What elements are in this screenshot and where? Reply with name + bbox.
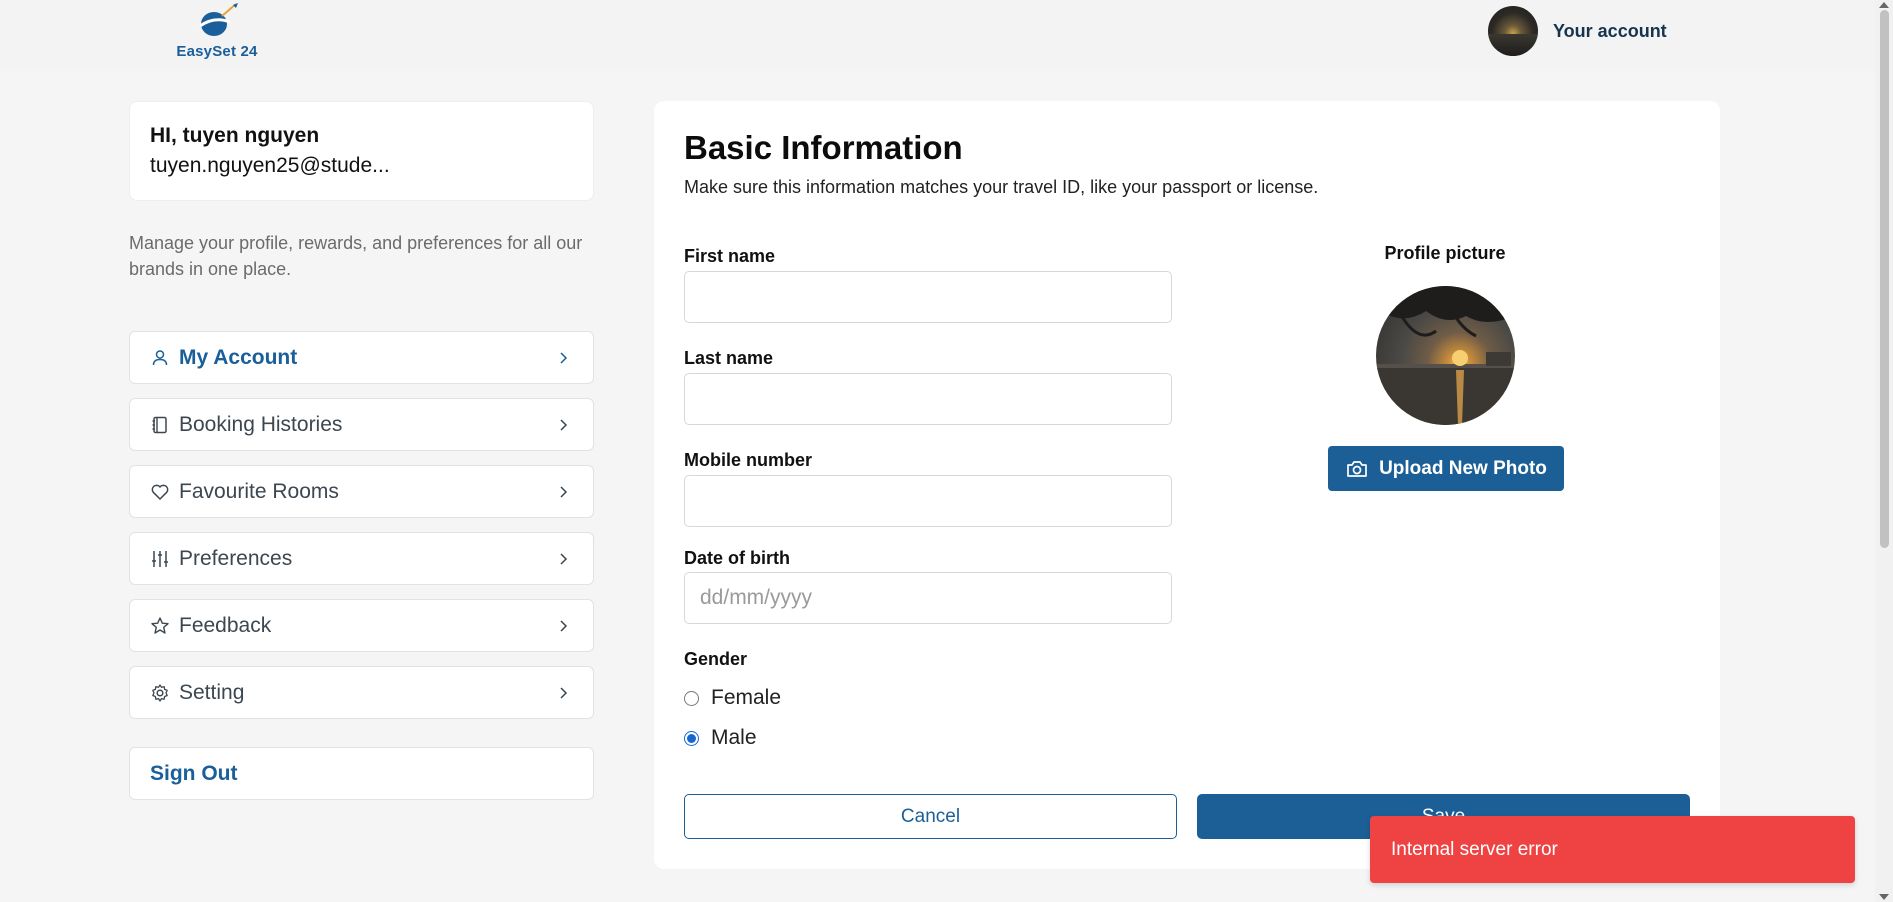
sidebar-item-label: Setting [179,680,245,704]
camera-icon [1345,457,1369,481]
page-title: Basic Information [684,129,963,166]
page-subtitle: Make sure this information matches your … [684,177,1319,197]
chevron-right-icon [553,616,573,636]
sign-out-label: Sign Out [150,761,238,785]
greeting-card: HI, tuyen nguyen tuyen.nguyen25@stude... [129,101,594,201]
page-scrollbar[interactable] [1875,0,1893,902]
cancel-button[interactable]: Cancel [684,794,1177,839]
date-of-birth-label: Date of birth [684,548,790,568]
sidebar-item-label: Favourite Rooms [179,479,339,503]
logo-text: EasySet 24 [176,43,258,60]
sidebar-item-booking-histories[interactable]: Booking Histories [129,398,594,451]
gender-option-male[interactable]: Male [684,726,757,750]
chevron-right-icon [553,549,573,569]
female-label: Female [711,686,782,709]
female-radio[interactable] [684,690,699,706]
date-of-birth-input[interactable] [684,572,1172,624]
male-label: Male [711,726,757,749]
sidebar-item-favourite-rooms[interactable]: Favourite Rooms [129,465,594,518]
toast-message: Internal server error [1391,838,1558,860]
scroll-down-arrow-icon[interactable] [1879,894,1889,900]
brand-logo[interactable]: EasySet 24 [172,2,262,62]
cancel-label: Cancel [900,805,961,827]
sidebar-item-label: Feedback [179,613,272,637]
gear-icon [150,683,170,703]
sidebar-item-setting[interactable]: Setting [129,666,594,719]
upload-photo-button[interactable]: Upload New Photo [1328,446,1564,491]
account-label: Your account [1553,20,1667,41]
notebook-icon [150,415,170,435]
sidebar-item-label: My Account [179,345,298,369]
upload-photo-label: Upload New Photo [1379,457,1547,479]
sidebar-item-label: Booking Histories [179,412,343,436]
sidebar-item-label: Preferences [179,546,293,570]
error-toast[interactable]: Internal server error [1370,816,1855,883]
first-name-input[interactable] [684,271,1172,323]
user-icon [150,348,170,368]
profile-photo [1376,286,1515,425]
avatar[interactable] [1488,6,1538,56]
heart-icon [150,482,170,502]
plane-globe-icon [199,3,238,36]
male-radio[interactable] [684,730,699,746]
profile-picture-label: Profile picture [1384,243,1506,263]
last-name-input[interactable] [684,373,1172,425]
mobile-number-label: Mobile number [684,450,813,470]
sidebar-description: Manage your profile, rewards, and prefer… [129,233,583,279]
sidebar-item-feedback[interactable]: Feedback [129,599,594,652]
user-email: tuyen.nguyen25@stude... [150,154,390,177]
chevron-right-icon [553,348,573,368]
star-icon [150,616,170,636]
sliders-icon [150,549,170,569]
chevron-right-icon [553,482,573,502]
account-menu[interactable]: Your account [1488,6,1667,56]
top-header: EasySet 24 Your account [0,0,1875,71]
scroll-up-arrow-icon[interactable] [1879,2,1889,8]
scroll-thumb[interactable] [1880,10,1889,548]
first-name-label: First name [684,246,776,266]
gender-label: Gender [684,649,748,669]
greeting-text: HI, tuyen nguyen [150,124,320,147]
sidebar-item-my-account[interactable]: My Account [129,331,594,384]
sign-out-button[interactable]: Sign Out [129,747,594,800]
sidebar-item-preferences[interactable]: Preferences [129,532,594,585]
gender-option-female[interactable]: Female [684,686,781,710]
chevron-right-icon [553,415,573,435]
last-name-label: Last name [684,348,774,368]
mobile-number-input[interactable] [684,475,1172,527]
chevron-right-icon [553,683,573,703]
